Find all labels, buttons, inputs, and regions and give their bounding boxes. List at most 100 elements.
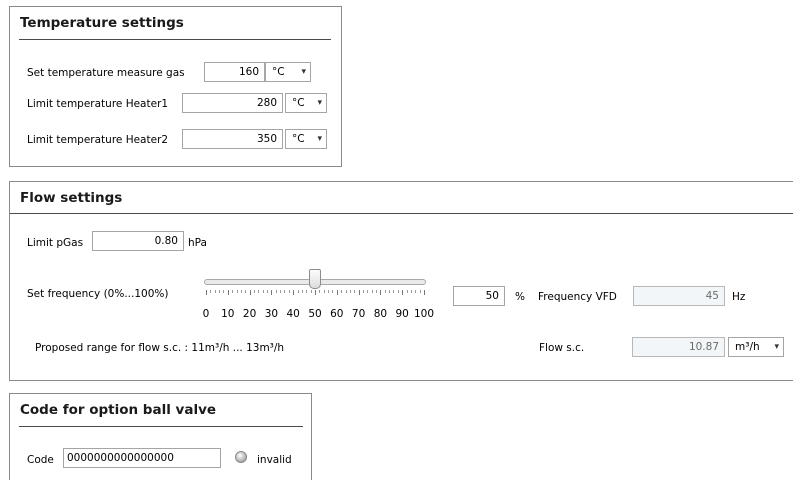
- slider-tick: [306, 290, 308, 293]
- limit-temperature-heater1-unit-select[interactable]: °C ▾: [285, 93, 327, 113]
- slider-tick: [415, 290, 417, 293]
- slider-tick: [275, 290, 277, 293]
- unit-value: °C: [292, 97, 305, 109]
- flow-sc-label: Flow s.c.: [539, 342, 585, 354]
- slider-tick: [258, 290, 260, 293]
- slider-tick: [206, 290, 207, 295]
- chevron-down-icon: ▾: [301, 67, 306, 77]
- frequency-vfd-label: Frequency VFD: [538, 291, 617, 303]
- chevron-down-icon: ▾: [317, 134, 322, 144]
- temperature-settings-title: Temperature settings: [20, 15, 184, 31]
- set-temperature-measure-gas-unit-select[interactable]: °C ▾: [265, 62, 311, 82]
- slider-tick: [214, 290, 216, 293]
- slider-tick: [384, 290, 386, 293]
- unit-value: m³/h: [735, 341, 760, 353]
- slider-tick: [227, 290, 229, 295]
- slider-scale-label: 80: [373, 308, 388, 320]
- slider-tick: [315, 290, 316, 295]
- flow-sc-value: 10.87: [632, 337, 725, 357]
- slider-tick: [410, 290, 412, 293]
- ball-valve-code-panel: Code for option ball valve Code 00000000…: [9, 393, 312, 480]
- slider-tick: [406, 290, 408, 293]
- code-input[interactable]: 0000000000000000: [63, 448, 221, 468]
- frequency-vfd-unit: Hz: [732, 291, 746, 303]
- slider-tick: [267, 290, 269, 293]
- temperature-settings-panel: Temperature settings Set temperature mea…: [9, 6, 342, 167]
- frequency-vfd-value: 45: [633, 286, 725, 306]
- slider-tick: [288, 290, 290, 293]
- limit-pgas-unit: hPa: [188, 237, 207, 249]
- slider-tick: [389, 290, 391, 293]
- code-status-text: invalid: [257, 454, 292, 466]
- slider-tick: [354, 290, 356, 293]
- limit-temperature-heater1-input[interactable]: 280: [182, 93, 283, 113]
- limit-pgas-input[interactable]: 0.80: [92, 231, 184, 251]
- slider-tick: [393, 290, 395, 293]
- slider-tick: [424, 290, 425, 295]
- title-divider: [10, 213, 793, 214]
- slider-tick: [336, 290, 338, 295]
- slider-tick: [341, 290, 343, 293]
- set-frequency-slider-thumb[interactable]: [309, 269, 321, 289]
- slider-tick: [397, 290, 399, 293]
- slider-scale-label: 70: [351, 308, 366, 320]
- slider-tick: [358, 290, 360, 295]
- slider-tick: [236, 290, 238, 293]
- slider-tick: [310, 290, 312, 293]
- slider-scale-label: 50: [308, 308, 322, 320]
- slider-scale-label: 20: [242, 308, 257, 320]
- status-led-icon: [235, 451, 247, 463]
- set-temperature-measure-gas-input[interactable]: 160: [204, 62, 265, 82]
- set-temperature-measure-gas-label: Set temperature measure gas: [27, 67, 185, 79]
- slider-tick: [253, 290, 255, 293]
- slider-tick: [319, 290, 321, 293]
- slider-tick: [223, 290, 225, 293]
- slider-tick: [249, 290, 251, 295]
- slider-tick: [297, 290, 299, 293]
- set-frequency-unit: %: [515, 291, 525, 303]
- unit-value: °C: [292, 133, 305, 145]
- slider-tick: [376, 290, 378, 293]
- slider-tick: [367, 290, 369, 293]
- slider-scale-label: 10: [221, 308, 235, 320]
- slider-tick: [262, 290, 264, 293]
- slider-tick: [362, 290, 364, 293]
- slider-tick: [402, 290, 404, 295]
- set-frequency-input[interactable]: 50: [453, 286, 505, 306]
- slider-tick: [419, 290, 421, 293]
- limit-temperature-heater2-label: Limit temperature Heater2: [27, 134, 169, 146]
- flow-sc-unit-select[interactable]: m³/h ▾: [728, 337, 784, 357]
- limit-temperature-heater2-unit-select[interactable]: °C ▾: [285, 129, 327, 149]
- slider-tick: [349, 290, 351, 293]
- slider-tick: [284, 290, 286, 293]
- title-divider: [19, 426, 303, 427]
- code-label: Code: [27, 454, 54, 466]
- unit-value: °C: [272, 66, 285, 78]
- slider-tick: [280, 290, 282, 293]
- slider-tick: [271, 290, 273, 295]
- slider-tick: [332, 290, 334, 293]
- ball-valve-code-title: Code for option ball valve: [20, 402, 217, 418]
- slider-tick: [323, 290, 325, 293]
- slider-scale-label: 30: [264, 308, 279, 320]
- slider-scale-label: 0: [202, 308, 210, 320]
- slider-scale-label: 60: [330, 308, 344, 320]
- chevron-down-icon: ▾: [317, 98, 322, 108]
- slider-scale-label: 100: [413, 308, 435, 320]
- chevron-down-icon: ▾: [774, 342, 779, 352]
- slider-tick: [301, 290, 303, 293]
- slider-tick: [380, 290, 382, 295]
- title-divider: [19, 39, 331, 40]
- slider-tick: [219, 290, 221, 293]
- slider-tick: [210, 290, 212, 293]
- limit-temperature-heater1-label: Limit temperature Heater1: [27, 98, 169, 110]
- limit-temperature-heater2-input[interactable]: 350: [182, 129, 283, 149]
- slider-tick: [245, 290, 247, 293]
- slider-ticks: [206, 290, 425, 295]
- limit-pgas-label: Limit pGas: [27, 237, 84, 249]
- slider-tick: [293, 290, 295, 295]
- set-frequency-label: Set frequency (0%...100%): [27, 288, 169, 300]
- slider-tick: [232, 290, 234, 293]
- slider-tick: [328, 290, 330, 293]
- slider-tick: [345, 290, 347, 293]
